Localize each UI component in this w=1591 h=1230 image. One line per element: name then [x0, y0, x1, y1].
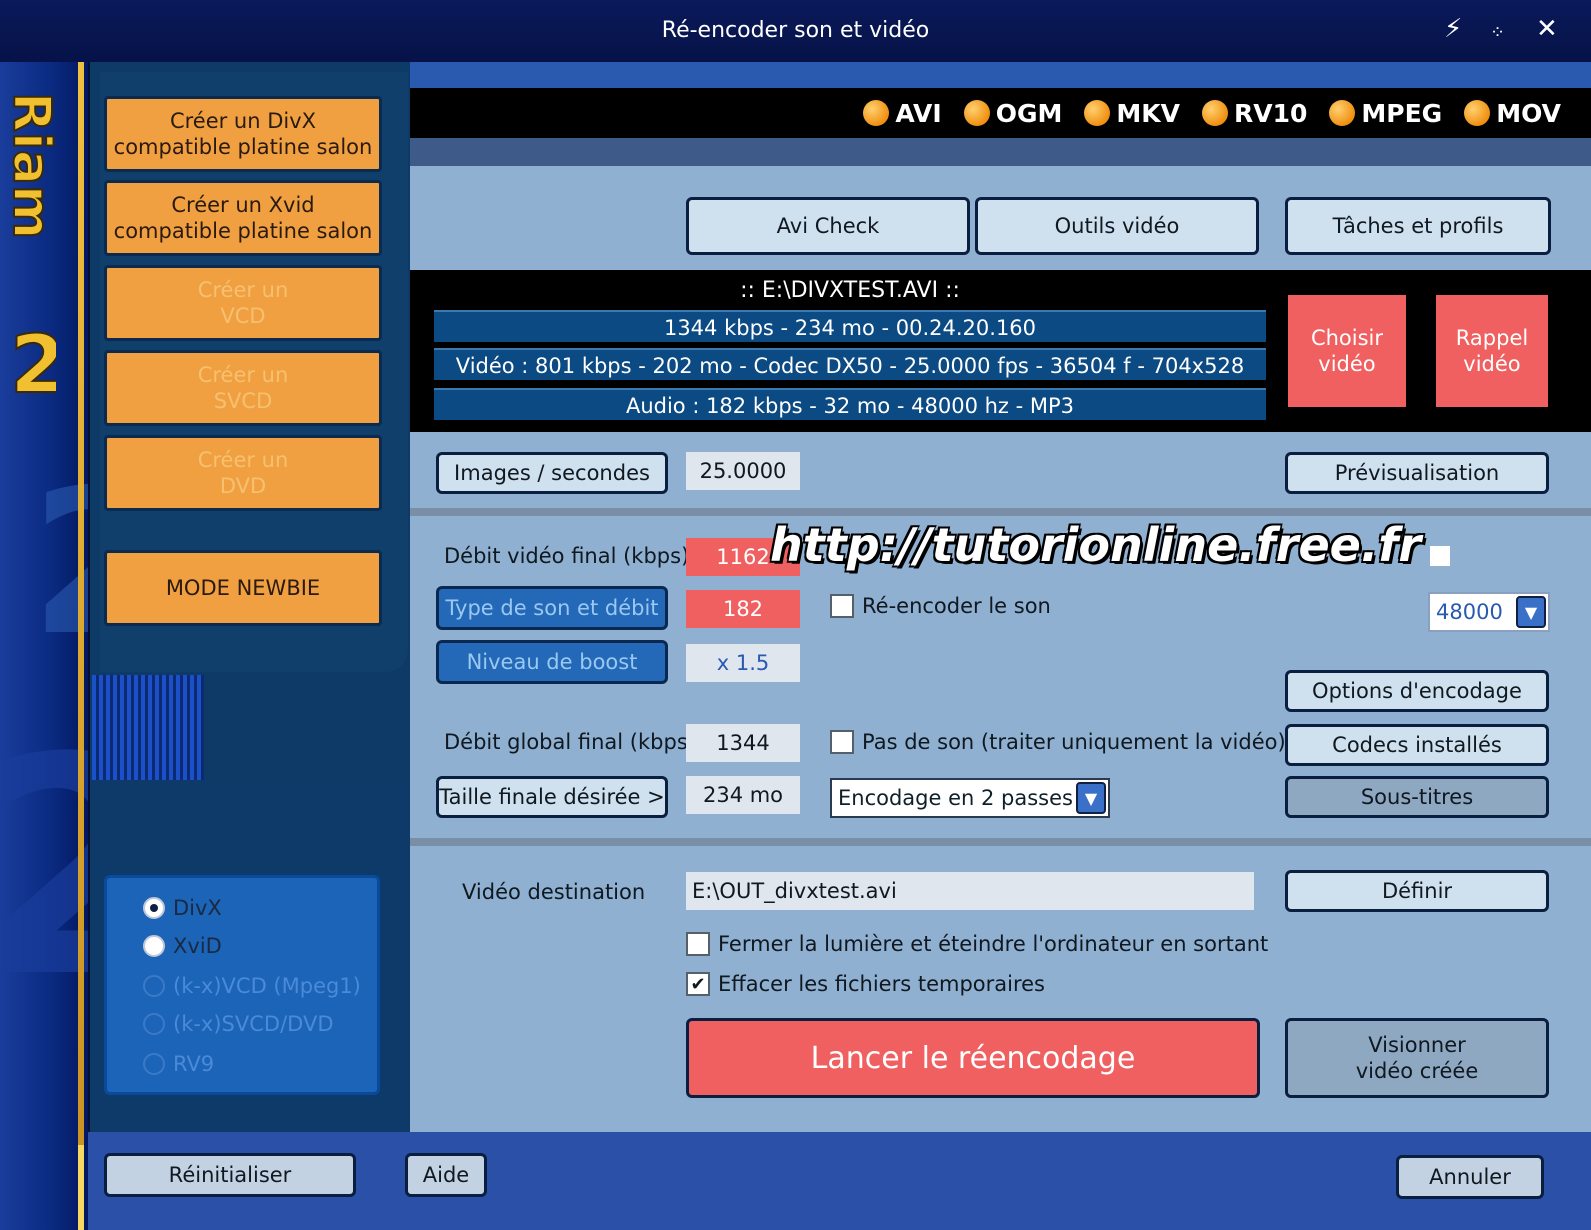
target-size-value[interactable]: 234 mo: [686, 776, 800, 814]
codec-option-svcd: (k-x)SVCD/DVD: [143, 1012, 334, 1036]
video-bitrate-label: Débit vidéo final (kbps): [444, 544, 690, 568]
format-ogm[interactable]: OGM: [963, 99, 1062, 128]
encoding-options-button[interactable]: Options d'encodage: [1285, 670, 1549, 712]
view-created-video-button[interactable]: Visionner vidéo créée: [1285, 1018, 1549, 1098]
checkbox-icon: [830, 730, 854, 754]
sample-rate-select[interactable]: 48000 ▼: [1428, 592, 1550, 632]
brand-strip: 2 2 Riam 2: [0, 62, 88, 1230]
radio-icon: [143, 935, 165, 957]
file-name: :: E:\DIVXTEST.AVI ::: [740, 278, 960, 303]
radio-icon: [143, 1053, 165, 1075]
format-bar-bottom: [410, 138, 1591, 166]
gold-accent: [78, 1145, 84, 1230]
format-avi[interactable]: AVI: [863, 99, 942, 128]
choose-video-button[interactable]: Choisir vidéo: [1288, 295, 1406, 407]
format-rv10[interactable]: RV10: [1201, 99, 1307, 128]
installed-codecs-button[interactable]: Codecs installés: [1285, 724, 1549, 766]
radio-icon: [143, 975, 165, 997]
checkbox-icon: [686, 932, 710, 956]
no-sound-checkbox[interactable]: Pas de son (traiter uniquement la vidéo): [830, 730, 1286, 754]
radio-icon: [143, 1013, 165, 1035]
watermark-square: [1430, 546, 1450, 566]
destination-label: Vidéo destination: [462, 880, 646, 904]
chevron-down-icon[interactable]: ▼: [1516, 596, 1546, 628]
boost-button[interactable]: Niveau de boost: [436, 640, 668, 684]
global-bitrate-value[interactable]: 1344: [686, 724, 800, 762]
subtitles-button[interactable]: Sous-titres: [1285, 776, 1549, 818]
create-vcd-button: Créer un VCD: [104, 265, 382, 341]
recall-video-button[interactable]: Rappel vidéo: [1436, 295, 1548, 407]
svg-text:2: 2: [0, 694, 88, 1043]
create-xvid-button[interactable]: Créer un Xvid compatible platine salon: [104, 180, 382, 256]
format-dot-icon: [1329, 100, 1356, 126]
radio-icon: [143, 897, 165, 919]
striped-decoration: [92, 675, 204, 785]
format-mkv[interactable]: MKV: [1084, 99, 1180, 128]
format-dot-icon: [963, 100, 990, 126]
format-dot-icon: [1464, 100, 1491, 126]
newbie-mode-button[interactable]: MODE NEWBIE: [104, 550, 382, 626]
define-button[interactable]: Définir: [1285, 870, 1549, 912]
watermark: http://tutorionline.free.fr: [770, 518, 1422, 572]
boost-value[interactable]: x 1.5: [686, 644, 800, 682]
format-dot-icon: [863, 100, 890, 126]
brand-logo: Riam 2: [6, 91, 56, 412]
window-title: Ré-encoder son et vidéo: [661, 18, 930, 43]
fps-value[interactable]: 25.0000: [686, 452, 800, 490]
title-bar: Ré-encoder son et vidéo ⚡︎ ⁘ ✕: [0, 0, 1591, 62]
create-dvd-button: Créer un DVD: [104, 435, 382, 511]
avi-check-button[interactable]: Avi Check: [686, 197, 970, 255]
section-divider: [410, 838, 1591, 846]
create-svcd-button: Créer un SVCD: [104, 350, 382, 426]
pin-icon[interactable]: ⚡︎: [1444, 14, 1462, 44]
format-mpeg[interactable]: MPEG: [1329, 99, 1442, 128]
create-divx-button[interactable]: Créer un DivX compatible platine salon: [104, 96, 382, 172]
checkbox-icon: [830, 594, 854, 618]
launch-reencode-button[interactable]: Lancer le réencodage: [686, 1018, 1260, 1098]
svg-text:Riam: Riam: [6, 92, 56, 239]
global-bitrate-label: Débit global final (kbps): [444, 730, 696, 754]
fps-button[interactable]: Images / secondes: [436, 452, 668, 494]
help-button[interactable]: Aide: [405, 1153, 487, 1197]
brand-decoration: 2 2: [0, 452, 88, 1043]
video-tools-button[interactable]: Outils vidéo: [975, 197, 1259, 255]
preview-button[interactable]: Prévisualisation: [1285, 452, 1549, 494]
reencode-sound-checkbox[interactable]: Ré-encoder le son: [830, 594, 1051, 618]
dots-icon[interactable]: ⁘: [1490, 22, 1505, 43]
sound-bitrate-value[interactable]: 182: [686, 590, 800, 628]
close-icon[interactable]: ✕: [1536, 14, 1558, 44]
shutdown-checkbox[interactable]: Fermer la lumière et éteindre l'ordinate…: [686, 932, 1268, 956]
format-bar: AVI OGM MKV RV10 MPEG MOV: [410, 88, 1591, 138]
format-dot-icon: [1201, 100, 1228, 126]
video-info: Vidéo : 801 kbps - 202 mo - Codec DX50 -…: [434, 348, 1266, 380]
reset-button[interactable]: Réinitialiser: [104, 1153, 356, 1197]
format-bar-top: [410, 62, 1591, 88]
audio-info: Audio : 182 kbps - 32 mo - 48000 hz - MP…: [434, 388, 1266, 420]
gold-divider: [78, 62, 84, 1230]
chevron-down-icon[interactable]: ▼: [1076, 782, 1106, 814]
destination-path-input[interactable]: E:\OUT_divxtest.avi: [686, 872, 1254, 910]
codec-option-xvid[interactable]: XviD: [143, 934, 222, 958]
section-divider: [410, 508, 1591, 516]
format-mov[interactable]: MOV: [1464, 99, 1561, 128]
file-summary: 1344 kbps - 234 mo - 00.24.20.160: [434, 310, 1266, 342]
codec-selector: DivX XviD (k-x)VCD (Mpeg1) (k-x)SVCD/DVD…: [104, 875, 380, 1095]
format-dot-icon: [1084, 100, 1111, 126]
codec-option-divx[interactable]: DivX: [143, 896, 222, 920]
cancel-button[interactable]: Annuler: [1396, 1155, 1544, 1199]
delete-temp-checkbox[interactable]: ✔ Effacer les fichiers temporaires: [686, 972, 1045, 996]
svg-text:2: 2: [10, 318, 56, 411]
sound-type-button[interactable]: Type de son et débit: [436, 586, 668, 630]
pass-mode-select[interactable]: Encodage en 2 passes ▼: [830, 778, 1110, 818]
codec-option-vcd: (k-x)VCD (Mpeg1): [143, 974, 361, 998]
target-size-button[interactable]: Taille finale désirée >: [436, 776, 668, 818]
codec-option-rv9: RV9: [143, 1052, 214, 1076]
tasks-profiles-button[interactable]: Tâches et profils: [1285, 197, 1551, 255]
checkmark-icon: ✔: [686, 972, 710, 996]
